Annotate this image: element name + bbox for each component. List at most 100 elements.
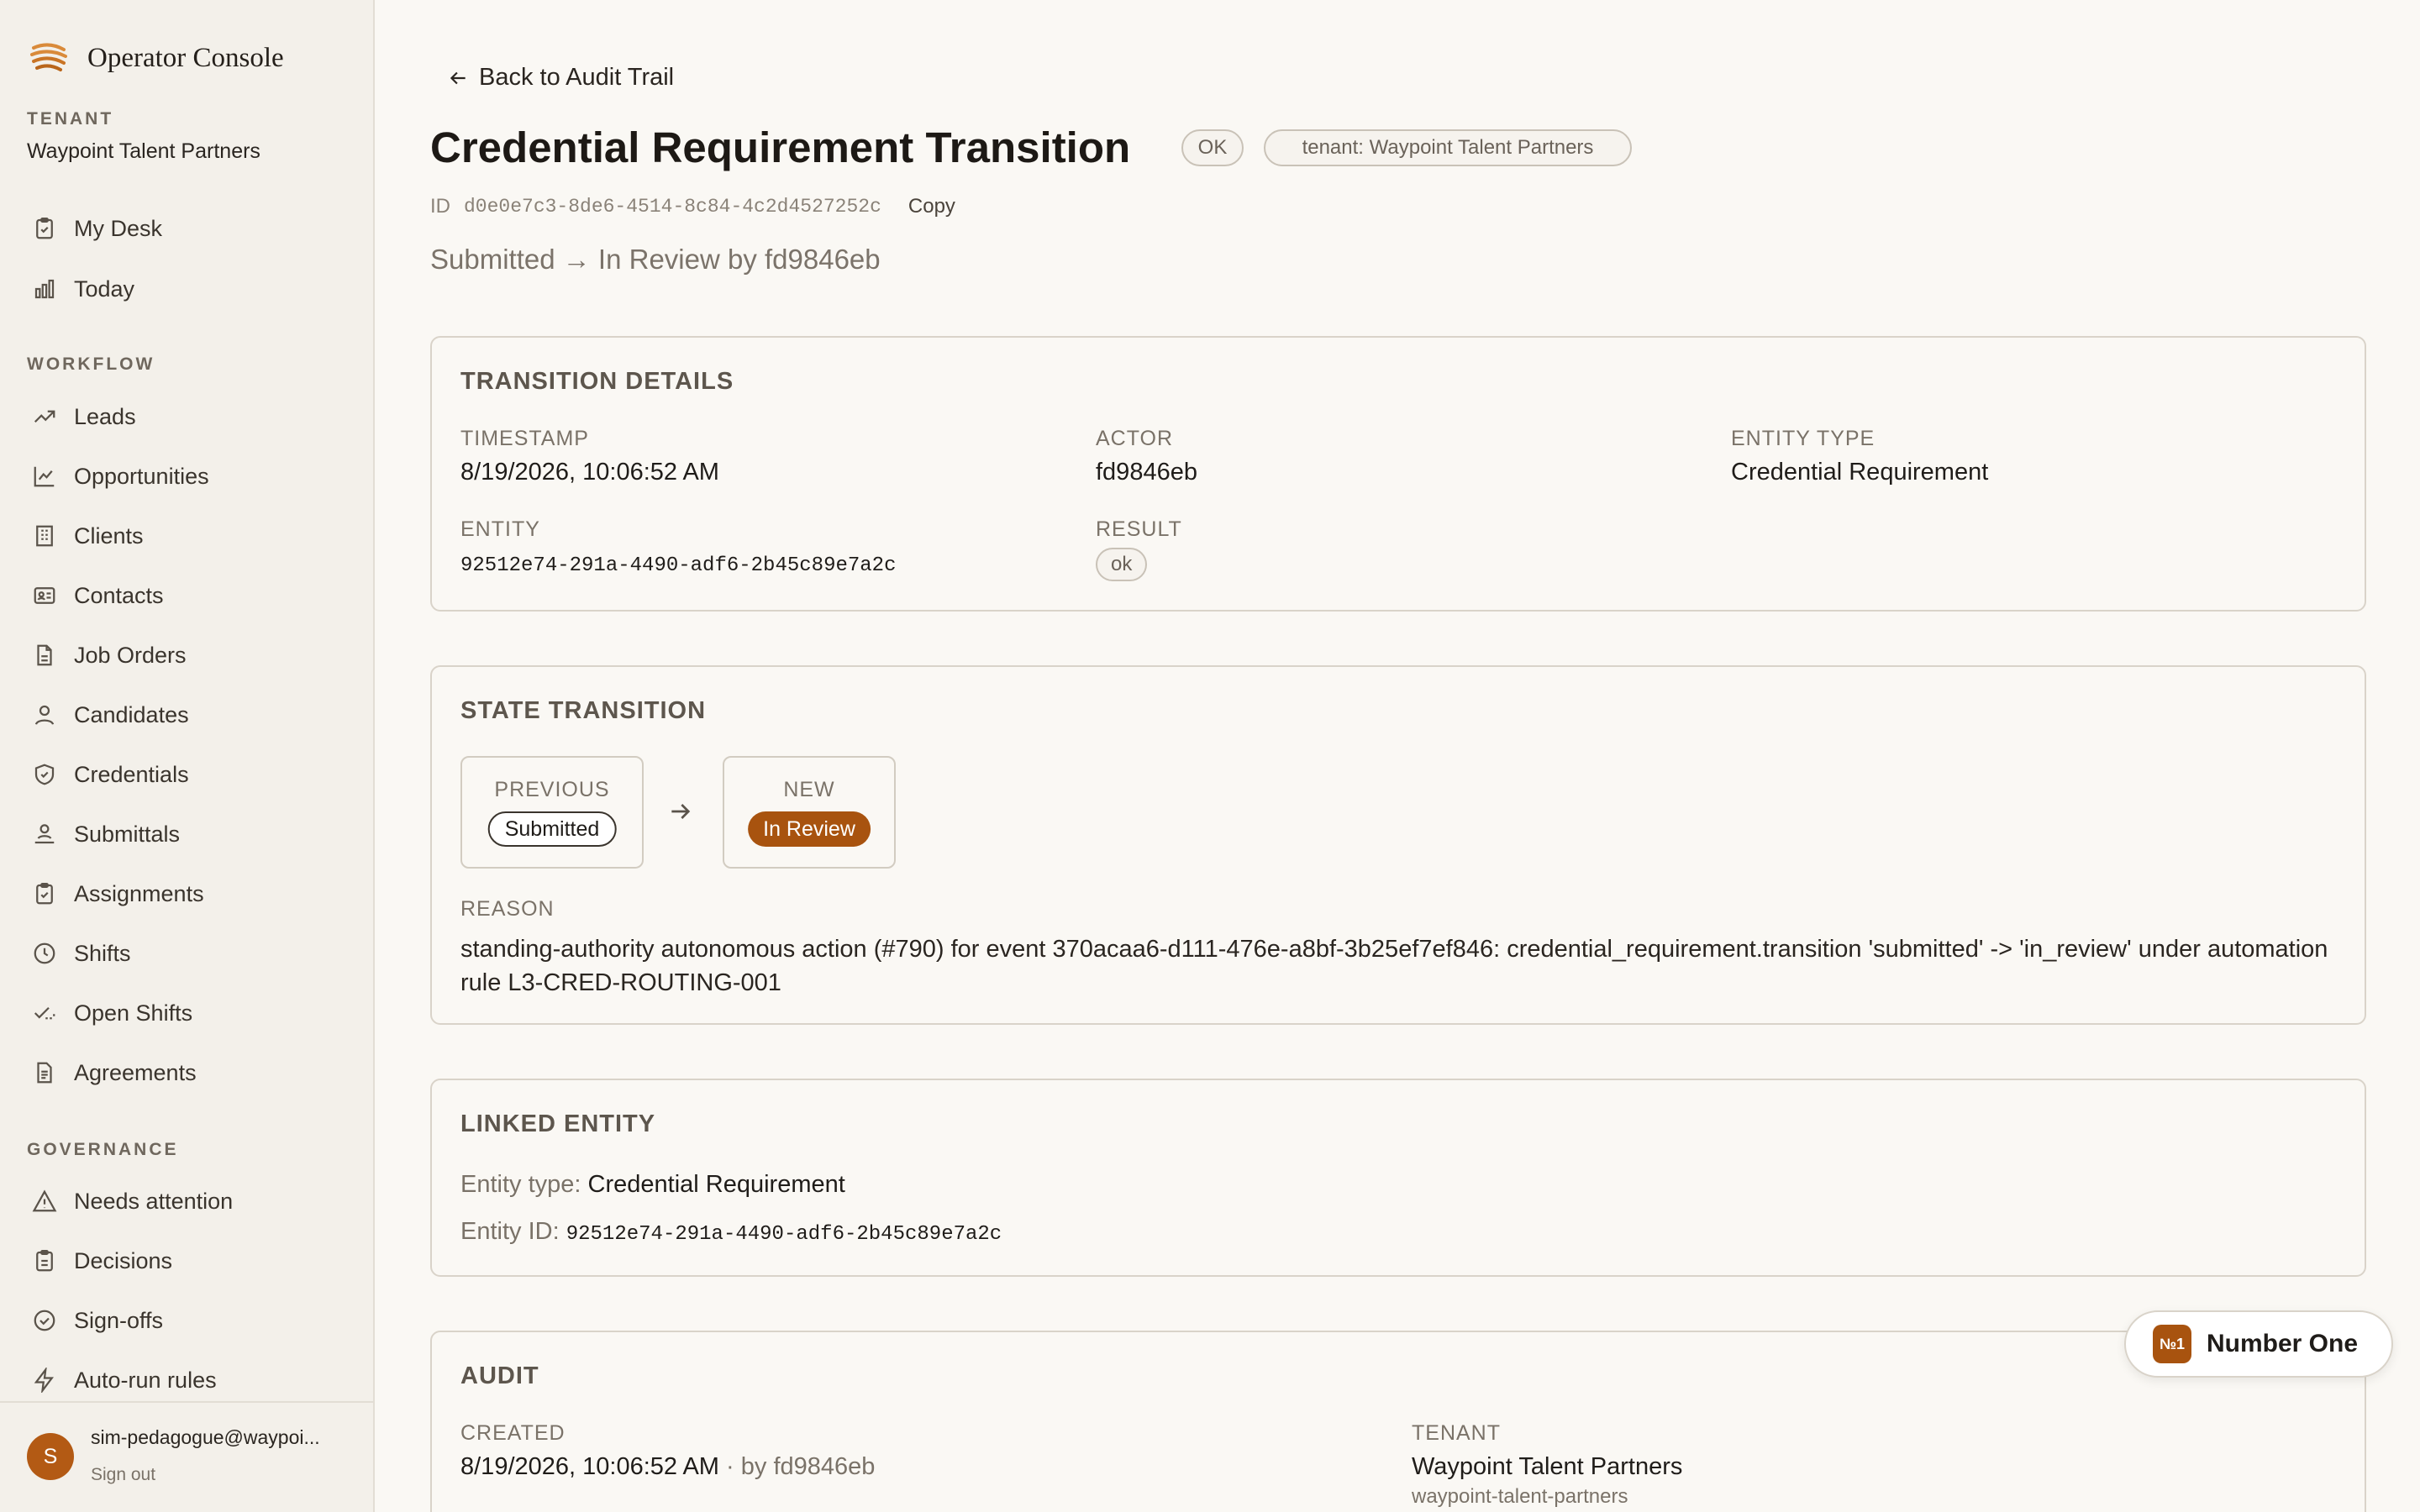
page-title: Credential Requirement Transition: [430, 123, 1131, 171]
nav-label: Open Shifts: [74, 1000, 193, 1026]
previous-label: PREVIOUS: [494, 778, 610, 801]
shield-check-icon: [34, 764, 55, 785]
user-box: S sim-pedagogue@waypoi... Sign out: [0, 1401, 373, 1512]
actor-label: ACTOR: [1096, 427, 1174, 450]
timestamp-label: TIMESTAMP: [460, 427, 589, 450]
bar-chart-icon: [34, 279, 55, 299]
entity-id-label: Entity ID:: [460, 1218, 560, 1245]
nav-credentials[interactable]: Credentials: [32, 756, 189, 793]
clock-icon: [34, 942, 55, 964]
warning-triangle-icon: [32, 1189, 57, 1212]
linked-entity-type: Entity type: Credential Requirement: [460, 1171, 845, 1199]
entity-value: 92512e74-291a-4490-adf6-2b45c89e7a2c: [460, 554, 897, 577]
sign-out-link[interactable]: Sign out: [91, 1465, 155, 1485]
nav-my-desk[interactable]: My Desk: [32, 210, 162, 247]
user-email: sim-pedagogue@waypoi...: [91, 1426, 320, 1448]
reason-label: REASON: [460, 897, 555, 921]
nav-contacts[interactable]: Contacts: [32, 577, 164, 614]
governance-section-label: GOVERNANCE: [27, 1140, 179, 1159]
nav-label: Submittals: [74, 821, 181, 847]
linked-entity-card: LINKED ENTITY Entity type: Credential Re…: [430, 1079, 2366, 1277]
state-transition-card: STATE TRANSITION PREVIOUS Submitted NEW …: [430, 665, 2366, 1025]
new-state-box: NEW In Review: [723, 756, 896, 869]
nav-label: Clients: [74, 522, 144, 549]
created-by: · by fd9846eb: [726, 1453, 876, 1480]
copy-button[interactable]: Copy: [908, 195, 955, 218]
lightning-icon: [34, 1368, 54, 1393]
previous-state-box: PREVIOUS Submitted: [460, 756, 644, 869]
avatar[interactable]: S: [27, 1433, 74, 1480]
created-timestamp: 8/19/2026, 10:06:52 AM: [460, 1453, 719, 1480]
app-name: Operator Console: [87, 42, 284, 73]
nav-shifts[interactable]: Shifts: [32, 935, 131, 972]
entity-type-label: Entity type:: [460, 1171, 581, 1198]
nav-leads[interactable]: Leads: [32, 398, 136, 435]
card-title: STATE TRANSITION: [460, 697, 707, 724]
sidebar: Operator Console TENANT Waypoint Talent …: [0, 0, 375, 1512]
arrow-left-icon: [450, 71, 466, 84]
entity-type-value: Credential Requirement: [1731, 459, 1989, 486]
line-chart-icon: [34, 466, 55, 487]
entity-type-value[interactable]: Credential Requirement: [588, 1171, 845, 1198]
logo-icon: [30, 43, 67, 71]
check-dashed-icon: [34, 1006, 55, 1020]
previous-state-pill: Submitted: [487, 811, 617, 847]
nav-today[interactable]: Today: [32, 270, 134, 307]
check-circle-icon: [34, 1310, 55, 1331]
nav-label: Assignments: [74, 880, 204, 906]
number-one-button[interactable]: №1 Number One: [2124, 1310, 2393, 1378]
status-badge: OK: [1181, 129, 1244, 166]
entity-id-value[interactable]: 92512e74-291a-4490-adf6-2b45c89e7a2c: [566, 1223, 1002, 1246]
nav-agreements[interactable]: Agreements: [32, 1054, 197, 1091]
nav-assignments[interactable]: Assignments: [32, 875, 204, 912]
tenant-slug: waypoint-talent-partners: [1412, 1485, 1628, 1508]
tenant-label: TENANT: [27, 109, 114, 129]
entity-type-label: ENTITY TYPE: [1731, 427, 1876, 450]
nav-clients[interactable]: Clients: [32, 517, 144, 554]
created-label: CREATED: [460, 1421, 566, 1445]
workflow-section-label: WORKFLOW: [27, 354, 155, 374]
nav-label: Auto-run rules: [74, 1367, 217, 1393]
back-label: Back to Audit Trail: [479, 64, 675, 91]
nav-candidates[interactable]: Candidates: [32, 696, 189, 733]
card-title: AUDIT: [460, 1362, 539, 1389]
linked-entity-id: Entity ID: 92512e74-291a-4490-adf6-2b45c…: [460, 1218, 1002, 1246]
new-label: NEW: [783, 778, 835, 801]
arrow-right-icon: [671, 804, 691, 819]
transition-details-card: TRANSITION DETAILS TIMESTAMP 8/19/2026, …: [430, 336, 2366, 612]
contact-card-icon: [34, 587, 55, 604]
nav-needs-attention[interactable]: Needs attention: [32, 1183, 233, 1220]
nav-auto-run-rules[interactable]: Auto-run rules: [32, 1362, 217, 1399]
trending-up-icon: [34, 410, 55, 423]
nav-submittals[interactable]: Submittals: [32, 816, 180, 853]
nav-label: Contacts: [74, 582, 164, 608]
new-state-pill: In Review: [748, 811, 871, 847]
id-label: ID: [430, 195, 450, 218]
nav-sign-offs[interactable]: Sign-offs: [32, 1302, 163, 1339]
back-to-audit-trail-link[interactable]: Back to Audit Trail: [447, 64, 674, 92]
created-value: 8/19/2026, 10:06:52 AM · by fd9846eb: [460, 1453, 875, 1481]
nav-label: Today: [74, 276, 135, 302]
nav-label: Opportunities: [74, 463, 209, 489]
brand[interactable]: Operator Console: [30, 37, 284, 79]
clipboard-list-icon: [36, 1250, 53, 1272]
actor-value: fd9846eb: [1096, 459, 1197, 486]
nav-label: Decisions: [74, 1247, 173, 1273]
nav-job-orders[interactable]: Job Orders: [32, 637, 187, 674]
document-icon: [37, 644, 52, 666]
number-one-badge-icon: №1: [2153, 1325, 2191, 1363]
building-icon: [36, 525, 53, 547]
nav-label: Shifts: [74, 940, 131, 966]
nav-opportunities[interactable]: Opportunities: [32, 458, 209, 495]
entity-label: ENTITY: [460, 517, 540, 541]
reason-text: standing-authority autonomous action (#7…: [460, 936, 2328, 996]
person-stand-icon: [34, 824, 55, 844]
result-label: RESULT: [1096, 517, 1182, 541]
audit-card: AUDIT CREATED 8/19/2026, 10:06:52 AM · b…: [430, 1331, 2366, 1512]
tenant-name[interactable]: Waypoint Talent Partners: [27, 139, 260, 164]
nav-open-shifts[interactable]: Open Shifts: [32, 995, 192, 1032]
record-id: d0e0e7c3-8de6-4514-8c84-4c2d4527252c: [464, 196, 881, 218]
timestamp-value: 8/19/2026, 10:06:52 AM: [460, 459, 719, 486]
nav-label: Sign-offs: [74, 1307, 164, 1333]
nav-decisions[interactable]: Decisions: [32, 1242, 172, 1279]
